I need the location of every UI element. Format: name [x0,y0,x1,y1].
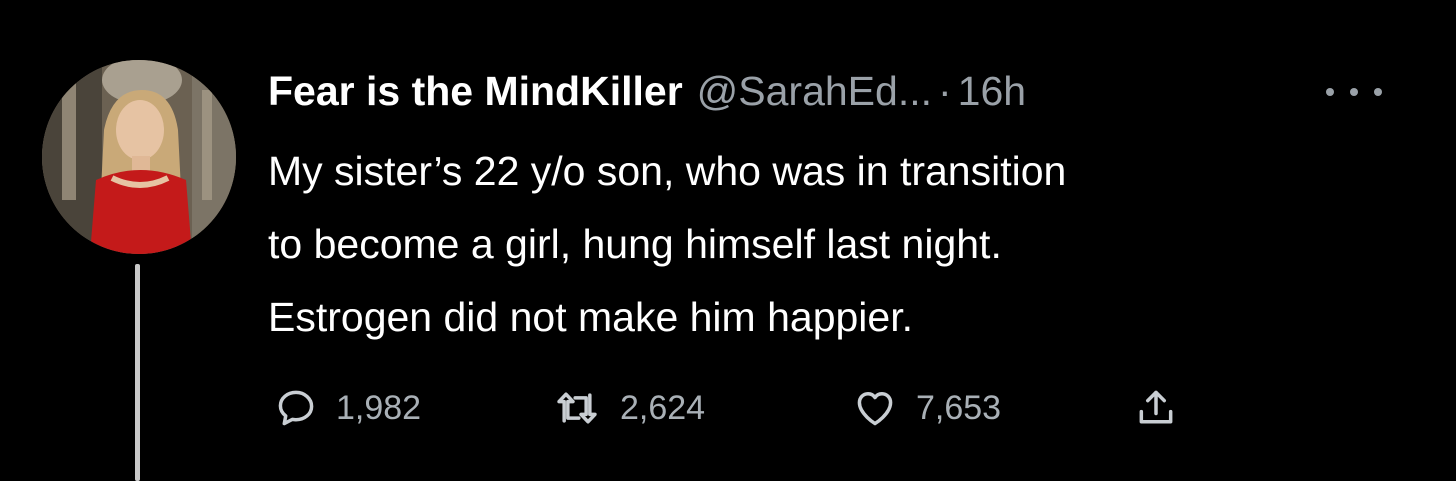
more-horizontal-icon [1326,88,1334,96]
tweet-text-line: My sister’s 22 y/o son, who was in trans… [268,148,1067,194]
timestamp[interactable]: 16h [958,68,1026,115]
more-options-button[interactable] [1326,72,1382,112]
thread-connector-line [135,264,140,481]
more-horizontal-icon [1374,88,1382,96]
retweet-icon [552,386,602,430]
reply-button[interactable]: 1,982 [274,378,421,438]
user-handle[interactable]: @SarahEd... [697,68,932,115]
share-button[interactable] [1134,378,1178,438]
more-horizontal-icon [1350,88,1358,96]
header-separator: · [938,67,952,114]
tweet-text-line: to become a girl, hung himself last nigh… [268,221,1002,267]
heart-icon [852,386,898,430]
tweet-text: My sister’s 22 y/o son, who was in trans… [268,135,1428,354]
retweet-count: 2,624 [620,388,706,427]
tweet-header: Fear is the MindKiller @SarahEd... · 16h [268,62,1026,120]
like-count: 7,653 [916,388,1002,427]
retweet-button[interactable]: 2,624 [552,378,705,438]
like-button[interactable]: 7,653 [852,378,1001,438]
reply-bubble-icon [274,386,318,430]
tweet-card[interactable]: Fear is the MindKiller @SarahEd... · 16h… [0,0,1456,481]
display-name[interactable]: Fear is the MindKiller [268,68,683,115]
avatar[interactable] [42,60,236,254]
reply-count: 1,982 [336,388,422,427]
tweet-text-line: Estrogen did not make him happier. [268,294,913,340]
avatar-photo [42,60,236,254]
tweet-action-bar: 1,982 2,624 7,653 [268,378,1228,438]
share-upload-icon [1134,386,1178,430]
